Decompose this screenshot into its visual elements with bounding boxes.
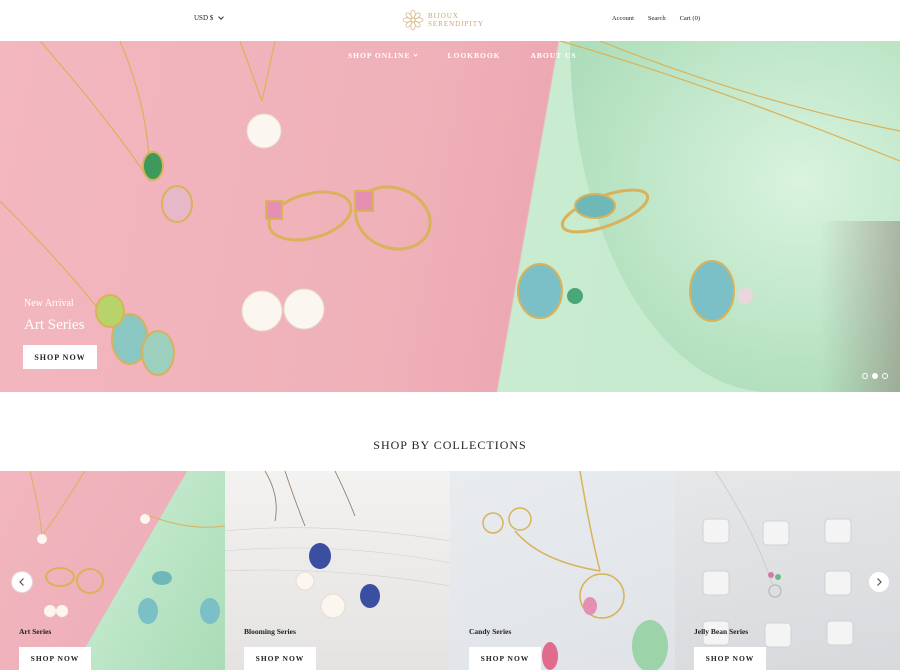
collection-card-jelly-bean[interactable]: Jelly Bean Series SHOP NOW xyxy=(675,471,900,670)
gemstones xyxy=(95,151,753,376)
nav-lookbook[interactable]: LOOKBOOK xyxy=(447,51,500,60)
top-header: USD $ BIJOUX SERENDIPITY Account Search … xyxy=(0,0,900,41)
collection-label: Candy Series xyxy=(469,627,512,636)
carousel-prev-button[interactable] xyxy=(11,571,33,593)
jelly-bean-series-image xyxy=(702,471,854,648)
logo-line-2: SERENDIPITY xyxy=(428,20,485,28)
collection-label: Blooming Series xyxy=(244,627,296,636)
cart-link[interactable]: Cart (0) xyxy=(680,15,700,22)
account-link[interactable]: Account xyxy=(612,15,634,22)
brand-logo[interactable]: BIJOUX SERENDIPITY xyxy=(402,9,484,31)
carousel-next-button[interactable] xyxy=(868,571,890,593)
currency-selector[interactable]: USD $ xyxy=(194,13,225,22)
pearls xyxy=(241,113,325,332)
search-link[interactable]: Search xyxy=(648,15,666,22)
art-series-image xyxy=(29,471,225,624)
nav-label: SHOP ONLINE xyxy=(348,51,411,60)
collections-carousel: Art Series SHOP NOW Blooming Series SHOP… xyxy=(0,471,900,670)
flower-logo-icon xyxy=(402,9,424,31)
logo-wordmark: BIJOUX SERENDIPITY xyxy=(428,12,484,28)
collection-shop-now-button[interactable]: SHOP NOW xyxy=(19,647,91,670)
candy-series-image xyxy=(482,471,668,670)
main-nav: SHOP ONLINE LOOKBOOK ABOUT US xyxy=(348,51,577,60)
blooming-series-image xyxy=(225,471,450,619)
collection-card-art[interactable]: Art Series SHOP NOW xyxy=(0,471,225,670)
collection-card-blooming[interactable]: Blooming Series SHOP NOW xyxy=(225,471,450,670)
currency-label: USD $ xyxy=(194,14,214,22)
collection-label: Jelly Bean Series xyxy=(694,627,749,636)
chevron-left-icon xyxy=(19,578,24,586)
collections-heading: SHOP BY COLLECTIONS xyxy=(373,438,527,452)
collection-shop-now-button[interactable]: SHOP NOW xyxy=(244,647,316,670)
slide-dot-1[interactable] xyxy=(862,373,868,379)
chevron-right-icon xyxy=(877,578,882,586)
nav-shop-online[interactable]: SHOP ONLINE xyxy=(348,51,419,60)
chevron-down-icon xyxy=(413,52,419,57)
jewelry-illustration xyxy=(0,41,900,376)
hero-eyebrow: New Arrival xyxy=(24,298,74,309)
slide-dot-2[interactable] xyxy=(872,373,878,379)
collection-shop-now-button[interactable]: SHOP NOW xyxy=(469,647,541,670)
collection-label: Art Series xyxy=(19,627,52,636)
logo-line-1: BIJOUX xyxy=(428,12,459,20)
hero-shop-now-button[interactable]: SHOP NOW xyxy=(23,345,97,369)
hero-title: Art Series xyxy=(24,317,85,333)
chevron-down-icon xyxy=(218,13,225,20)
hero-banner: SHOP ONLINE LOOKBOOK ABOUT US New Arriva… xyxy=(0,41,900,392)
slider-dots xyxy=(862,373,888,379)
collection-shop-now-button[interactable]: SHOP NOW xyxy=(694,647,766,670)
slide-dot-3[interactable] xyxy=(882,373,888,379)
collection-card-candy[interactable]: Candy Series SHOP NOW xyxy=(450,471,675,670)
nav-about-us[interactable]: ABOUT US xyxy=(531,51,577,60)
account-links: Account Search Cart (0) xyxy=(612,15,700,22)
